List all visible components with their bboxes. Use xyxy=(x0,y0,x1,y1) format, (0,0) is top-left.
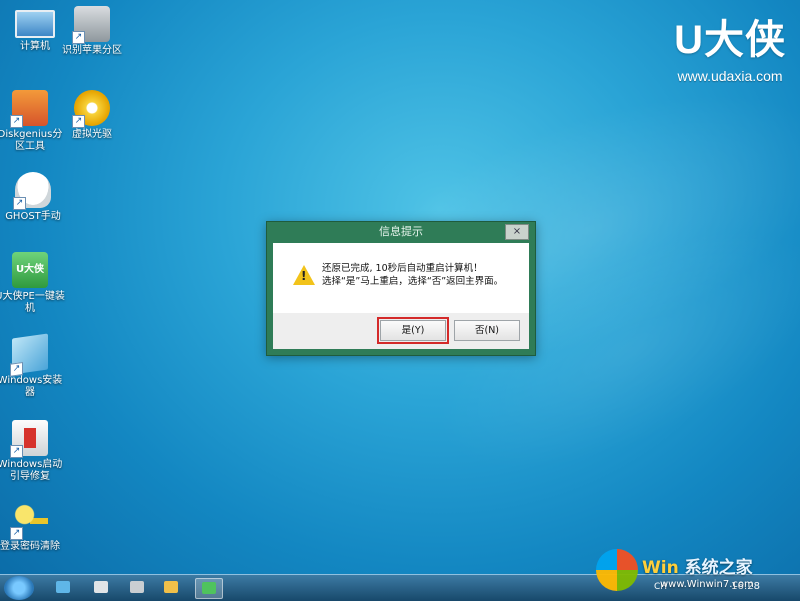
desktop-icon-label: 识别苹果分区 xyxy=(62,45,122,56)
yes-button[interactable]: 是(Y) xyxy=(377,317,449,344)
dialog-footer: 是(Y) 否(N) xyxy=(273,313,529,349)
taskbar-app-explorer[interactable] xyxy=(52,578,74,597)
desktop-icon-label: Windows启动引导修复 xyxy=(0,459,63,482)
dialog-titlebar[interactable]: 信息提示 × xyxy=(267,222,535,242)
watermark-win: Win xyxy=(642,558,679,578)
brand-name: U大侠 xyxy=(674,18,786,62)
windows-flag-icon xyxy=(596,549,638,591)
udaxia-app-icon xyxy=(202,582,216,594)
key-icon: ↗ xyxy=(10,502,48,540)
dialog-title: 信息提示 xyxy=(379,225,423,238)
desktop-icon-diskgenius[interactable]: ↗ Diskgenius分区工具 xyxy=(0,90,65,153)
brand-logo: U大侠 www.udaxia.com xyxy=(674,18,786,84)
desktop-icon-label: Windows安装器 xyxy=(0,375,63,398)
brand-url: www.udaxia.com xyxy=(677,68,783,84)
explorer-icon xyxy=(56,581,70,593)
toolbox-icon: ↗ xyxy=(10,420,48,458)
close-button[interactable]: × xyxy=(505,224,529,240)
no-button[interactable]: 否(N) xyxy=(454,320,520,341)
desktop-icon-label: GHOST手动 xyxy=(5,211,61,222)
warning-icon: ! xyxy=(293,265,315,285)
desktop-icon-label: 虚拟光驱 xyxy=(72,129,112,140)
taskbar-app-drive[interactable] xyxy=(126,578,148,597)
disk-drive-icon: ↗ xyxy=(72,6,110,44)
tools-icon xyxy=(94,581,108,593)
shortcut-arrow-icon: ↗ xyxy=(72,31,85,44)
taskbar-app-udaxia[interactable] xyxy=(195,578,223,599)
diskgenius-icon: ↗ xyxy=(10,90,48,128)
setup-icon xyxy=(164,581,178,593)
taskbar-app-tools[interactable] xyxy=(90,578,112,597)
shortcut-arrow-icon: ↗ xyxy=(10,445,23,458)
desktop-icon-virtual-drive[interactable]: ↗ 虚拟光驱 xyxy=(57,90,127,141)
desktop-icon-password-clear[interactable]: ↗ 登录密码清除 xyxy=(0,502,65,553)
desktop-icon-label: U大侠PE一键装机 xyxy=(0,291,65,314)
desktop-icon-boot-repair[interactable]: ↗ Windows启动引导修复 xyxy=(0,420,65,483)
watermark-url: www.Winwin7.com xyxy=(660,579,754,590)
desktop-icon-label: Diskgenius分区工具 xyxy=(0,129,63,152)
drive-icon xyxy=(130,581,144,593)
watermark-title: 系统之家 xyxy=(684,558,753,578)
windows-installer-icon: ↗ xyxy=(10,333,48,377)
udaxia-usb-icon: U大侠 xyxy=(12,252,48,288)
desktop-icon-ghost[interactable]: ↗ GHOST手动 xyxy=(0,172,68,223)
ghost-icon: ↗ xyxy=(13,172,51,210)
computer-icon xyxy=(15,10,55,38)
shortcut-arrow-icon: ↗ xyxy=(10,527,23,540)
shortcut-arrow-icon: ↗ xyxy=(10,361,23,377)
watermark: Win 系统之家 www.Winwin7.com xyxy=(596,549,796,599)
dialog-message-line2: 选择“是”马上重启，选择“否”返回主界面。 xyxy=(322,276,504,287)
shortcut-arrow-icon: ↗ xyxy=(13,197,26,210)
dialog-message: 还原已完成, 10秒后自动重启计算机！ 选择“是”马上重启，选择“否”返回主界面… xyxy=(322,262,503,288)
shortcut-arrow-icon: ↗ xyxy=(10,115,23,128)
cd-icon: ↗ xyxy=(72,90,110,128)
info-dialog: 信息提示 × ! 还原已完成, 10秒后自动重启计算机！ 选择“是”马上重启，选… xyxy=(266,221,536,356)
start-button[interactable] xyxy=(4,576,34,600)
shortcut-arrow-icon: ↗ xyxy=(72,115,85,128)
desktop-icon-mac-partition[interactable]: ↗ 识别苹果分区 xyxy=(57,6,127,57)
desktop-icon-windows-installer[interactable]: ↗ Windows安装器 xyxy=(0,333,65,399)
desktop-icon-udaxia-pe[interactable]: U大侠 U大侠PE一键装机 xyxy=(0,252,65,315)
taskbar-app-setup[interactable] xyxy=(160,578,182,597)
desktop-icon-label: 登录密码清除 xyxy=(0,541,60,552)
watermark-text: Win 系统之家 xyxy=(642,553,753,578)
dialog-message-line1: 还原已完成, 10秒后自动重启计算机！ xyxy=(322,263,483,274)
